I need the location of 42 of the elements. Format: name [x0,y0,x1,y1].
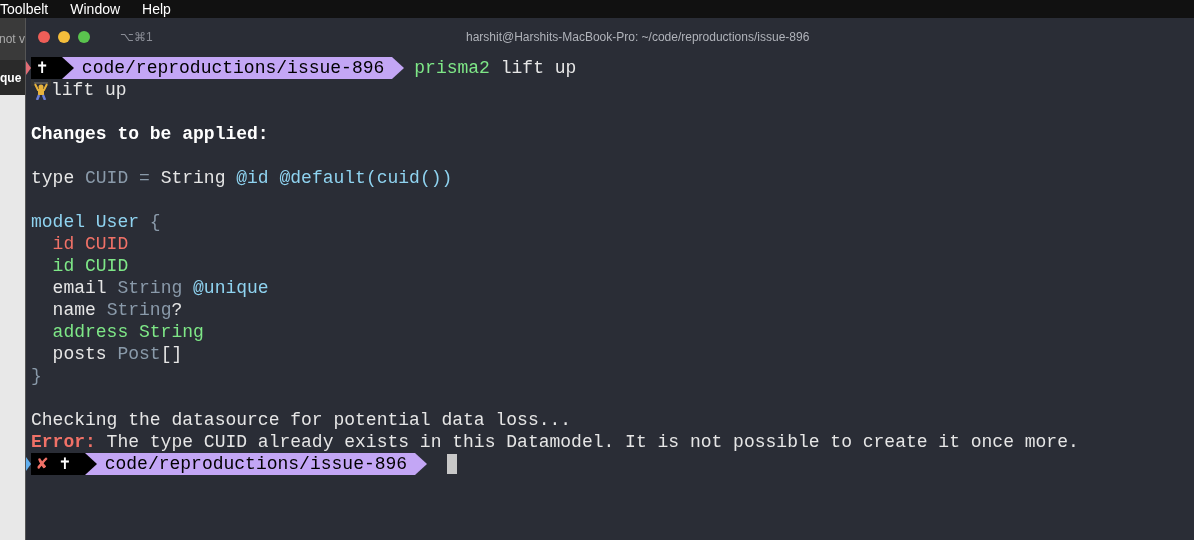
background-text: not v [0,31,25,48]
status-mark: ✝ [59,453,71,475]
terminal-text: } [31,365,42,387]
terminal-text: Post [117,343,161,365]
terminal-text: Error: [31,431,96,453]
terminal-text: { [149,211,161,233]
terminal-text: email [51,277,108,299]
tab-shortcut: ⌥⌘1 [120,29,153,46]
terminal-text: ? [171,299,183,321]
terminal-text: lift up [51,79,127,101]
terminal-text: name [51,299,97,321]
terminal-text: id CUID [51,233,129,255]
terminal-text: address String [51,321,204,343]
terminal-text: String [117,277,184,299]
terminal-text: Checking the datasource for potential data loss... [31,409,572,431]
menu-item[interactable]: Window [70,0,121,20]
status-mark: ✝ [37,57,48,79]
menu-item[interactable]: Toolbelt [0,0,49,20]
status-mark: ✘ [37,453,48,475]
terminal-text: lift up [499,57,577,79]
terminal-text: [] [160,343,183,365]
background-text: que [0,69,22,87]
terminal-text: The type CUID already exists in this Datamodel. It is not possible to create it once more. [105,431,1079,453]
terminal-text: @unique [193,277,269,299]
zoom-button[interactable] [78,31,90,43]
terminal-text: @id @default(cuid()) [236,167,453,189]
terminal-text: id CUID [51,255,129,277]
terminal-text: CUID = [85,167,151,189]
terminal-text: model User [31,211,141,233]
terminal-text: Changes to be applied: [31,123,269,145]
terminal-text: String [160,167,227,189]
minimize-button[interactable] [58,31,70,43]
terminal-text: posts [51,343,108,365]
menu-item[interactable]: Help [142,0,171,20]
window-title: harshit@Harshits-MacBook-Pro: ~/code/reproductions/issue-896 [466,29,810,46]
prompt-path: code/reproductions/issue-896 [103,453,409,475]
terminal-text: type [31,167,76,189]
close-button[interactable] [38,31,50,43]
terminal-text: prisma2 [414,57,490,79]
prompt-path: code/reproductions/issue-896 [80,57,386,79]
weightlifter-icon [31,80,51,100]
terminal-text: String [106,299,172,321]
